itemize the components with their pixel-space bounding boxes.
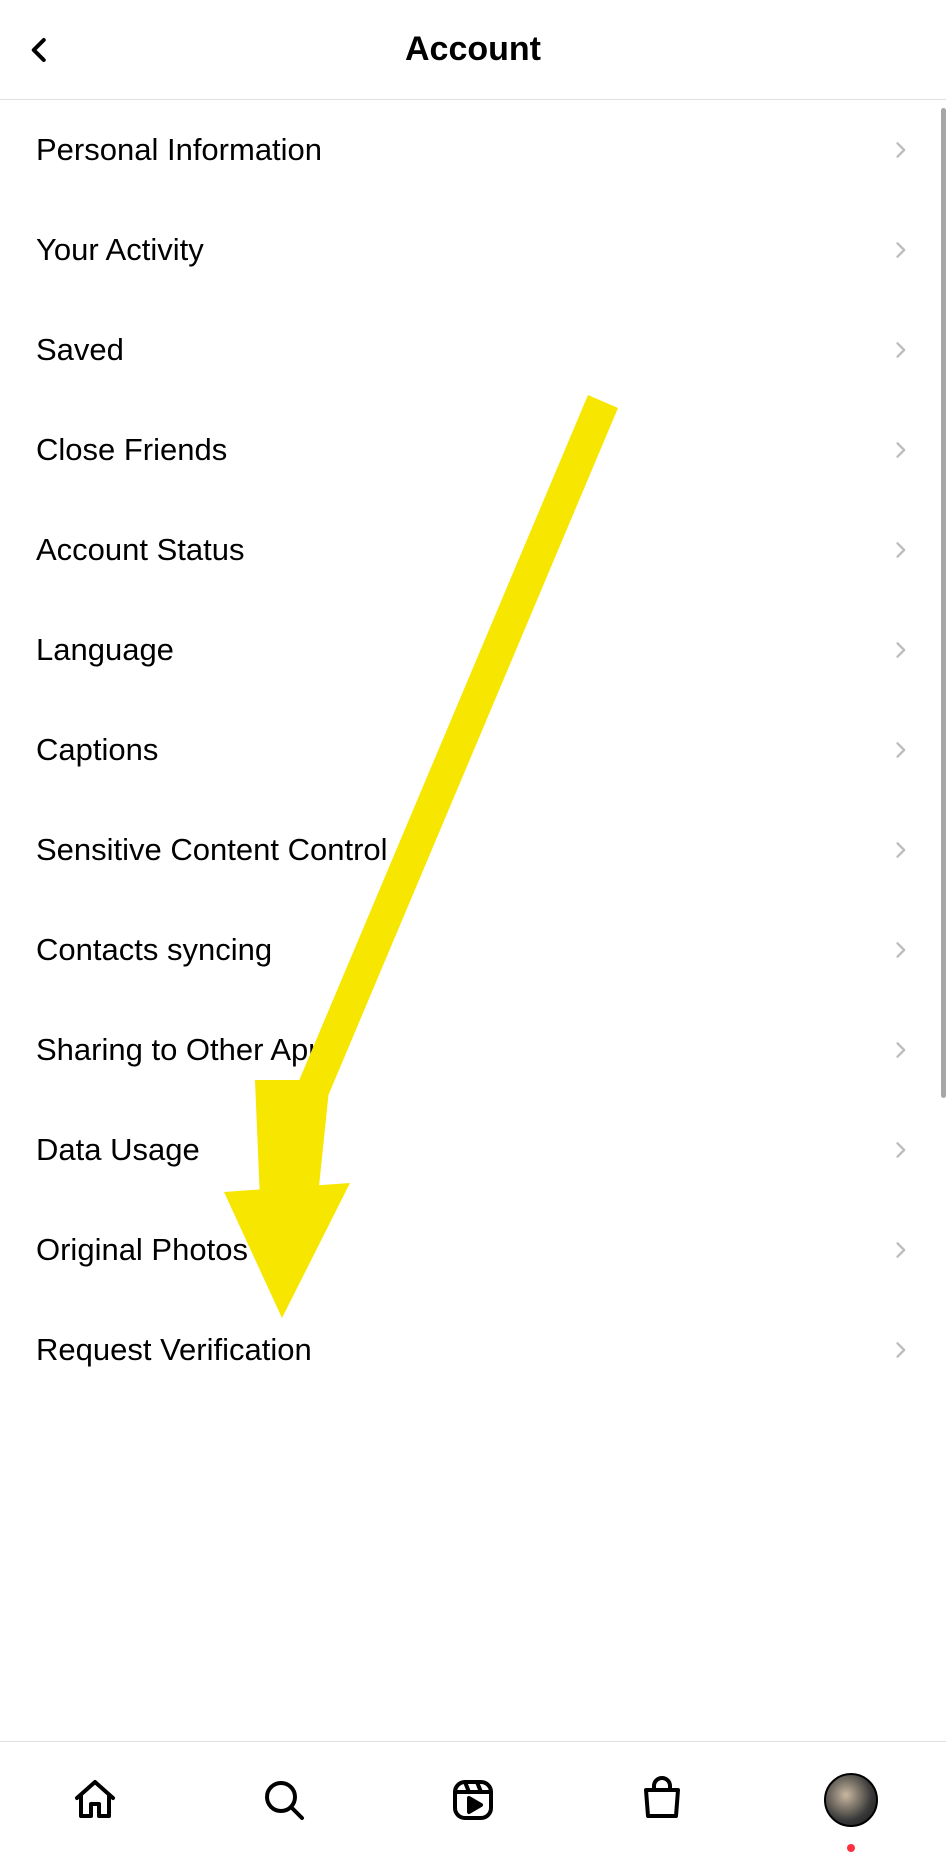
menu-item-label: Language bbox=[36, 632, 174, 668]
avatar-icon bbox=[824, 1773, 878, 1827]
header: Account bbox=[0, 0, 946, 100]
menu-item-label: Saved bbox=[36, 332, 124, 368]
chevron-right-icon bbox=[890, 1334, 910, 1366]
settings-list: Personal Information Your Activity Saved… bbox=[0, 100, 946, 1741]
chevron-right-icon bbox=[890, 834, 910, 866]
chevron-right-icon bbox=[890, 434, 910, 466]
menu-item-personal-information[interactable]: Personal Information bbox=[0, 100, 946, 200]
menu-item-data-usage[interactable]: Data Usage bbox=[0, 1100, 946, 1200]
menu-item-your-activity[interactable]: Your Activity bbox=[0, 200, 946, 300]
notification-dot-icon bbox=[847, 1844, 855, 1852]
menu-item-captions[interactable]: Captions bbox=[0, 700, 946, 800]
menu-item-sensitive-content-control[interactable]: Sensitive Content Control bbox=[0, 800, 946, 900]
menu-item-language[interactable]: Language bbox=[0, 600, 946, 700]
menu-item-label: Contacts syncing bbox=[36, 932, 272, 968]
menu-item-request-verification[interactable]: Request Verification bbox=[0, 1300, 946, 1400]
chevron-right-icon bbox=[890, 534, 910, 566]
chevron-right-icon bbox=[890, 1134, 910, 1166]
chevron-right-icon bbox=[890, 334, 910, 366]
menu-item-label: Request Verification bbox=[36, 1332, 312, 1368]
menu-item-label: Captions bbox=[36, 732, 158, 768]
chevron-left-icon bbox=[25, 30, 55, 70]
chevron-right-icon bbox=[890, 234, 910, 266]
chevron-right-icon bbox=[890, 134, 910, 166]
menu-item-account-status[interactable]: Account Status bbox=[0, 500, 946, 600]
chevron-right-icon bbox=[890, 734, 910, 766]
nav-shop[interactable] bbox=[632, 1770, 692, 1830]
menu-item-label: Account Status bbox=[36, 532, 245, 568]
nav-profile[interactable] bbox=[821, 1770, 881, 1830]
menu-item-label: Your Activity bbox=[36, 232, 204, 268]
menu-item-saved[interactable]: Saved bbox=[0, 300, 946, 400]
menu-item-close-friends[interactable]: Close Friends bbox=[0, 400, 946, 500]
menu-item-label: Data Usage bbox=[36, 1132, 200, 1168]
menu-item-label: Sensitive Content Control bbox=[36, 832, 388, 868]
nav-home[interactable] bbox=[65, 1770, 125, 1830]
menu-item-original-photos[interactable]: Original Photos bbox=[0, 1200, 946, 1300]
page-title: Account bbox=[405, 30, 541, 69]
chevron-right-icon bbox=[890, 634, 910, 666]
home-icon bbox=[71, 1776, 119, 1824]
nav-search[interactable] bbox=[254, 1770, 314, 1830]
nav-reels[interactable] bbox=[443, 1770, 503, 1830]
search-icon bbox=[260, 1776, 308, 1824]
chevron-right-icon bbox=[890, 1234, 910, 1266]
menu-item-label: Original Photos bbox=[36, 1232, 248, 1268]
chevron-right-icon bbox=[890, 1034, 910, 1066]
menu-item-label: Sharing to Other Apps bbox=[36, 1032, 341, 1068]
menu-item-sharing-to-other-apps[interactable]: Sharing to Other Apps bbox=[0, 1000, 946, 1100]
reels-icon bbox=[449, 1776, 497, 1824]
menu-item-label: Personal Information bbox=[36, 132, 322, 168]
chevron-right-icon bbox=[890, 934, 910, 966]
bottom-nav bbox=[0, 1741, 946, 1861]
menu-item-label: Close Friends bbox=[36, 432, 227, 468]
menu-item-contacts-syncing[interactable]: Contacts syncing bbox=[0, 900, 946, 1000]
back-button[interactable] bbox=[18, 28, 62, 72]
shop-icon bbox=[638, 1776, 686, 1824]
